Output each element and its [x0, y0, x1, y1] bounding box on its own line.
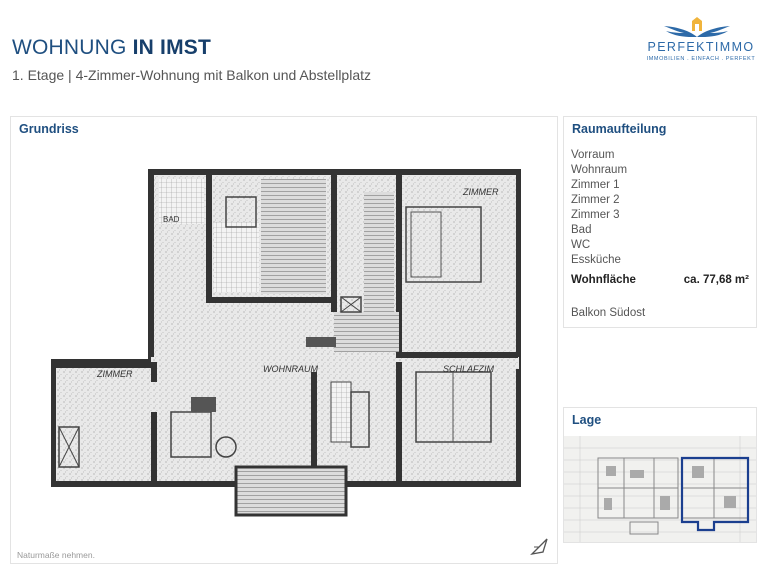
label-wohnraum: WOHNRAUM [263, 364, 318, 374]
north-arrow-icon [530, 538, 548, 556]
logo-name: PERFEKTIMMO [647, 40, 755, 54]
page-title: WOHNUNG IN IMST [12, 36, 211, 60]
title-location: IN IMST [132, 36, 212, 59]
living-area-value: ca. 77,68 m² [683, 274, 749, 286]
floorplan-drawing[interactable]: BAD ZIMMER ZIMMER WOHNRAUM SCHLAFZIM [51, 167, 521, 517]
label-zimmer-left: ZIMMER [96, 369, 133, 379]
location-panel: Lage [563, 407, 757, 543]
floorplan-panel: Grundriss BAD ZIMMER ZIMMER WOHNRAUM SCH… [10, 116, 558, 564]
title-prefix: WOHNUNG [12, 36, 127, 59]
list-item: Zimmer 2 [571, 194, 620, 206]
list-item: Essküche [571, 254, 621, 266]
room-list: Vorraum Wohnraum Zimmer 1 Zimmer 2 Zimme… [571, 148, 627, 268]
label-bad: BAD [163, 215, 180, 224]
page-subtitle: 1. Etage | 4-Zimmer-Wohnung mit Balkon u… [12, 67, 371, 83]
label-zimmer-top: ZIMMER [462, 187, 499, 197]
balcony-info: Balkon Südost [571, 307, 646, 319]
list-item: Wohnraum [571, 164, 628, 176]
company-logo[interactable]: PERFEKTIMMO IMMOBILIEN . EINFACH . PERFE… [634, 14, 760, 66]
list-item: Zimmer 3 [571, 209, 620, 221]
room-breakdown-title: Raumaufteilung [572, 122, 667, 136]
location-plan-thumbnail[interactable] [564, 436, 756, 542]
logo-tagline: IMMOBILIEN . EINFACH . PERFEKT [646, 56, 756, 62]
living-area-label: Wohnfläche [571, 274, 636, 286]
floorplan-footnote: Naturmaße nehmen. [17, 550, 95, 560]
location-title: Lage [572, 413, 602, 427]
list-item: WC [571, 239, 591, 251]
floorplan-title: Grundriss [19, 122, 79, 136]
label-schlafzimmer: SCHLAFZIM [443, 364, 495, 374]
list-item: Bad [571, 224, 592, 236]
wings-logo-icon [664, 17, 730, 37]
list-item: Vorraum [571, 149, 615, 161]
room-breakdown-panel: Raumaufteilung Vorraum Wohnraum Zimmer 1… [563, 116, 757, 328]
list-item: Zimmer 1 [571, 179, 620, 191]
